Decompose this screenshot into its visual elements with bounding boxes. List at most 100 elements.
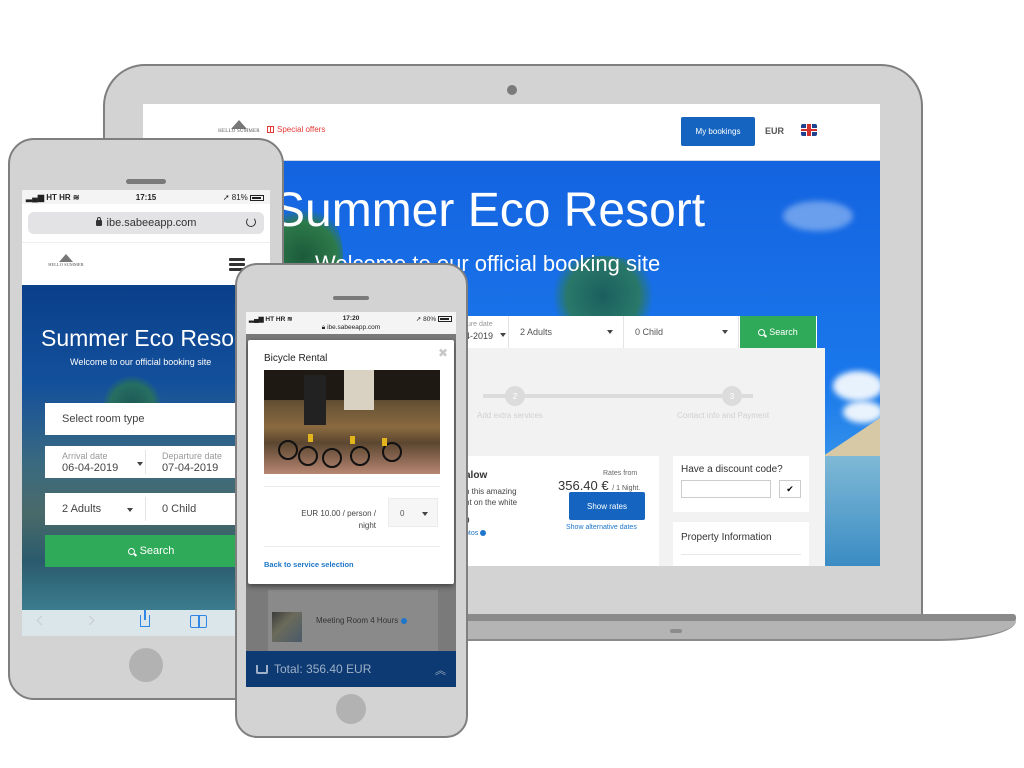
search-label: Search	[139, 545, 175, 557]
apply-discount-button[interactable]: ✔	[779, 480, 801, 498]
chevron-double-up-icon[interactable]: ︽	[435, 662, 446, 678]
currency-selector[interactable]: EUR	[765, 126, 784, 136]
battery-icon	[250, 194, 264, 201]
lock-icon	[95, 217, 102, 226]
uk-flag-icon[interactable]	[801, 124, 817, 136]
special-offers-link[interactable]: Special offers	[267, 125, 325, 134]
home-button[interactable]	[336, 694, 366, 724]
logo-text: HELLO SUMMER	[218, 129, 260, 134]
site-logo[interactable]: HELLO SUMMER	[46, 253, 86, 273]
battery-icon	[438, 316, 452, 323]
checkmark-icon: ✔	[786, 483, 794, 494]
my-bookings-button[interactable]: My bookings	[681, 117, 755, 146]
laptop-notch	[670, 629, 682, 633]
chevron-down-icon	[127, 508, 133, 512]
special-offers-label: Special offers	[277, 125, 326, 134]
discount-code-input[interactable]	[681, 480, 771, 498]
close-icon[interactable]: ✖	[438, 346, 448, 360]
children-select[interactable]: 0 Child	[624, 316, 739, 348]
divider	[264, 486, 440, 487]
browser-toolbar	[22, 610, 270, 636]
departure-date-value: 07-04-2019	[162, 462, 219, 474]
chevron-down-icon	[722, 330, 728, 334]
laptop-camera	[507, 85, 517, 95]
children-value: 0 Child	[635, 327, 664, 337]
logo-text: HELLO SUMMER	[48, 262, 84, 267]
bicycle-rental-photo	[264, 370, 440, 474]
url-text: ibe.sabeeapp.com	[106, 217, 197, 229]
departure-date-label: ture date	[465, 321, 493, 328]
price-value: 356.40 €	[558, 478, 609, 493]
divider	[145, 497, 146, 521]
back-arrow-icon[interactable]	[36, 615, 47, 626]
room-price: 356.40 € / 1 Night.	[558, 478, 640, 493]
service-modal: Bicycle Rental ✖ EUR 10.00 / person / ni…	[248, 340, 454, 584]
battery-status: ➚ 81%	[223, 193, 264, 202]
discount-code-box: Have a discount code? ✔	[673, 456, 809, 512]
price-line: night	[358, 521, 376, 530]
departure-date-field[interactable]: Departure date 07-04-2019	[145, 446, 254, 478]
quantity-value: 0	[400, 509, 405, 518]
hero-title: Summer Eco Resort	[41, 325, 249, 351]
search-icon	[758, 328, 766, 336]
address-bar[interactable]: ibe.sabeeapp.com	[28, 212, 264, 234]
adults-value: 2 Adults	[520, 327, 553, 337]
adults-value: 2 Adults	[62, 503, 102, 515]
search-label: Search	[769, 327, 798, 337]
chevron-down-icon	[137, 462, 143, 466]
adults-select[interactable]: 2 Adults	[62, 493, 145, 525]
reload-icon[interactable]	[246, 217, 256, 227]
mobile-site-header: HELLO SUMMER	[22, 242, 270, 285]
battery-status: ➚ 80%	[416, 315, 452, 323]
phone-speaker	[126, 179, 166, 184]
adults-select[interactable]: 2 Adults	[509, 316, 624, 348]
arrival-date-field[interactable]: Arrival date 06-04-2019	[45, 446, 145, 478]
mountain-decoration	[823, 416, 880, 456]
departure-date-value: 4-2019	[465, 331, 494, 341]
room-description-line: nt on the white	[465, 498, 518, 507]
address-bar[interactable]: 🔒︎ ibe.sabeeapp.com	[246, 324, 456, 332]
service-name[interactable]: Meeting Room 4 Hours	[316, 616, 407, 625]
share-icon[interactable]	[140, 610, 150, 627]
quantity-select[interactable]: 0	[388, 498, 438, 527]
property-information-box: Property Information	[673, 522, 809, 566]
sea-decoration	[823, 456, 880, 566]
step-3-circle: 3	[722, 386, 742, 406]
mountain-logo-icon	[59, 254, 73, 262]
home-button[interactable]	[129, 648, 163, 682]
arrival-date-label: Arrival date	[62, 451, 108, 461]
divider	[681, 554, 801, 555]
chevron-down-icon	[422, 512, 428, 516]
step-2-circle: 2	[505, 386, 525, 406]
cart-total-bar[interactable]: Total: 356.40 EUR ︽	[246, 651, 456, 687]
hero-title: Summer Eco Resort	[273, 184, 706, 237]
rates-from-label: Rates from	[603, 470, 638, 477]
mobile-hero: Summer Eco Resort Welcome to our officia…	[22, 285, 270, 610]
gift-icon	[267, 126, 274, 133]
info-icon	[400, 617, 407, 624]
status-bar: ▂▄▆ HT HR ≋ 17:15 ➚ 81%	[22, 190, 270, 204]
search-button[interactable]: Search	[740, 316, 816, 348]
room-name: alow	[465, 470, 488, 481]
mountain-logo-icon	[231, 120, 247, 129]
show-rates-button[interactable]: Show rates	[569, 492, 645, 520]
cart-total: Total: 356.40 EUR	[274, 662, 372, 676]
discount-code-title: Have a discount code?	[681, 464, 783, 475]
hero-subtitle: Welcome to our official booking site	[70, 357, 212, 367]
step-3-label: Contact info and Payment	[677, 411, 770, 420]
departure-date-label: Departure date	[162, 451, 223, 461]
price-unit: / 1 Night.	[612, 485, 641, 492]
search-icon	[127, 547, 135, 555]
price-line: EUR 10.00 / person /	[301, 509, 376, 518]
show-alternative-dates-link[interactable]: Show alternative dates	[566, 524, 637, 531]
service-price: EUR 10.00 / person / night	[284, 508, 376, 532]
phone-large-screen: ▂▄▆ HT HR ≋ 17:15 ➚ 81% ibe.sabeeapp.com…	[22, 190, 270, 636]
property-information-title[interactable]: Property Information	[681, 532, 772, 543]
children-value: 0 Child	[162, 503, 197, 515]
forward-arrow-icon[interactable]	[84, 615, 95, 626]
photos-link[interactable]: otos	[465, 530, 487, 537]
step-2-label: Add extra services	[477, 411, 543, 420]
bookmarks-icon[interactable]	[190, 615, 207, 628]
departure-date-field[interactable]: ture date 4-2019	[463, 316, 509, 348]
back-to-service-selection-link[interactable]: Back to service selection	[264, 560, 354, 569]
